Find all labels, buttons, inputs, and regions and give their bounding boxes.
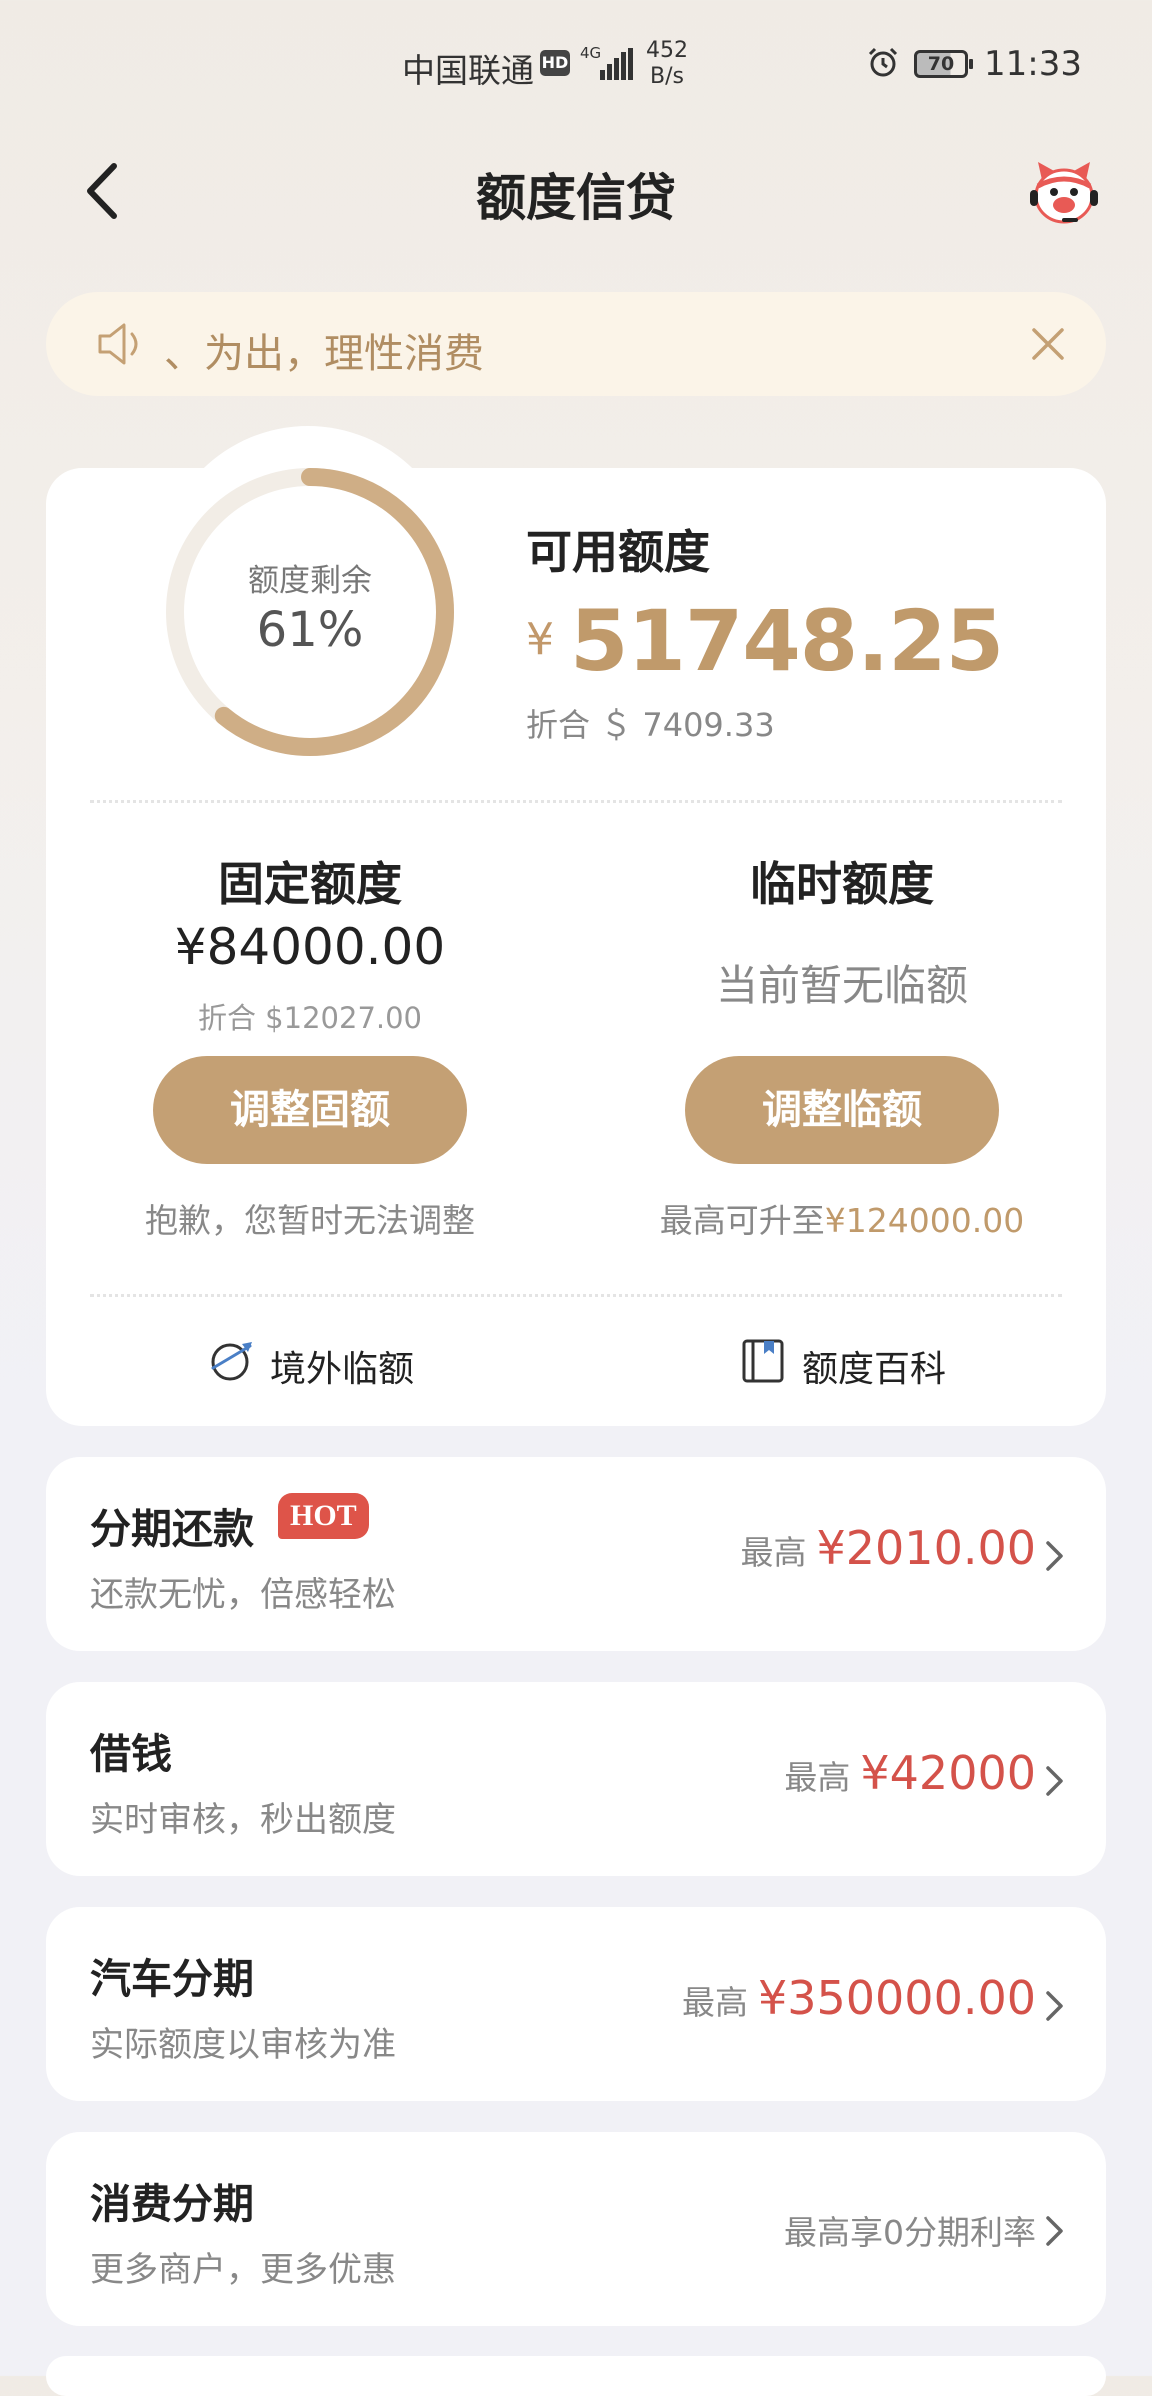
battery-icon: 70 bbox=[914, 50, 973, 78]
currency-symbol: ¥ bbox=[526, 614, 554, 665]
page-title: 额度信贷 bbox=[476, 169, 676, 227]
available-credit-label: 可用额度 bbox=[526, 525, 710, 579]
ring-percent: 61% bbox=[256, 602, 364, 658]
list-item-subtitle: 实际额度以审核为准 bbox=[90, 2025, 396, 2065]
fixed-credit-note: 抱歉，您暂时无法调整 bbox=[145, 1201, 475, 1240]
chevron-right-icon bbox=[1046, 1541, 1063, 1571]
available-credit-value: 51748.25 bbox=[570, 592, 1004, 690]
list-item-subtitle: 更多商户，更多优惠 bbox=[90, 2250, 396, 2290]
speaker-icon bbox=[98, 323, 138, 365]
carrier-name: 中国联通 bbox=[402, 51, 534, 90]
temporary-credit-title: 临时额度 bbox=[750, 857, 934, 911]
list-item-title: 消费分期 bbox=[90, 2180, 254, 2228]
temporary-credit-status: 当前暂无临额 bbox=[715, 961, 968, 1010]
fixed-credit-converted: 折合 $12027.00 bbox=[197, 1001, 423, 1035]
hot-badge: HOT bbox=[278, 1493, 369, 1539]
credit-encyclopedia-link[interactable]: 额度百科 bbox=[802, 1340, 946, 1392]
book-icon[interactable] bbox=[740, 1338, 786, 1384]
customer-service-mascot-icon[interactable] bbox=[1028, 158, 1100, 228]
list-item-borrow[interactable]: 借钱 实时审核，秒出额度 最高 ¥42000 bbox=[46, 1682, 1106, 1876]
divider bbox=[90, 1294, 1062, 1297]
available-credit-converted: 折合 ＄ 7409.33 bbox=[526, 706, 775, 744]
ring-label: 额度剩余 bbox=[248, 563, 372, 599]
status-bar: 中国联通 HD 4G 452 B/s 70 11:33 bbox=[0, 0, 1152, 130]
network-speed: 452 B/s bbox=[646, 38, 688, 89]
fixed-credit-title: 固定额度 bbox=[218, 857, 402, 911]
list-item-consumer-installment[interactable]: 消费分期 更多商户，更多优惠 最高享0分期利率 bbox=[46, 2132, 1106, 2326]
adjust-temporary-button[interactable]: 调整临额 bbox=[685, 1056, 999, 1164]
list-item-rate: 最高享0分期利率 bbox=[784, 2213, 1036, 2252]
chevron-right-icon bbox=[1046, 1991, 1063, 2021]
globe-plane-icon[interactable] bbox=[208, 1338, 254, 1384]
list-item-amount: 最高 ¥42000 bbox=[784, 1746, 1036, 1800]
adjust-fixed-button[interactable]: 调整固额 bbox=[153, 1056, 467, 1164]
list-item-amount: 最高 ¥350000.00 bbox=[681, 1971, 1036, 2025]
clock: 11:33 bbox=[984, 44, 1082, 84]
fixed-credit-value: ¥84000.00 bbox=[174, 918, 446, 976]
overseas-temp-credit-link[interactable]: 境外临额 bbox=[270, 1340, 414, 1392]
notice-bar[interactable]: 、为出，理性消费 bbox=[46, 292, 1106, 396]
list-item-subtitle: 还款无忧，倍感轻松 bbox=[90, 1575, 396, 1615]
close-icon[interactable] bbox=[1024, 320, 1072, 368]
list-item-subtitle: 实时审核，秒出额度 bbox=[90, 1800, 396, 1840]
notice-text: 、为出，理性消费 bbox=[164, 331, 484, 377]
list-item-title: 汽车分期 bbox=[90, 1955, 254, 2003]
network-type: 4G bbox=[580, 44, 602, 62]
chevron-right-icon bbox=[1046, 1766, 1063, 1796]
list-item-title: 借钱 bbox=[90, 1730, 172, 1778]
list-item-amount: 最高 ¥2010.00 bbox=[740, 1521, 1037, 1575]
hd-icon: HD bbox=[540, 50, 570, 76]
list-item-partial[interactable] bbox=[46, 2356, 1106, 2396]
list-item-car-installment[interactable]: 汽车分期 实际额度以审核为准 最高 ¥350000.00 bbox=[46, 1907, 1106, 2101]
alarm-icon bbox=[868, 47, 898, 77]
temporary-credit-note: 最高可升至¥124000.00 bbox=[659, 1201, 1025, 1240]
chevron-right-icon bbox=[1046, 2216, 1063, 2246]
divider bbox=[90, 800, 1062, 803]
list-item-installment-repayment[interactable]: 分期还款 HOT 还款无忧，倍感轻松 最高 ¥2010.00 bbox=[46, 1457, 1106, 1651]
signal-icon bbox=[600, 48, 634, 80]
list-item-title: 分期还款 bbox=[90, 1505, 254, 1553]
